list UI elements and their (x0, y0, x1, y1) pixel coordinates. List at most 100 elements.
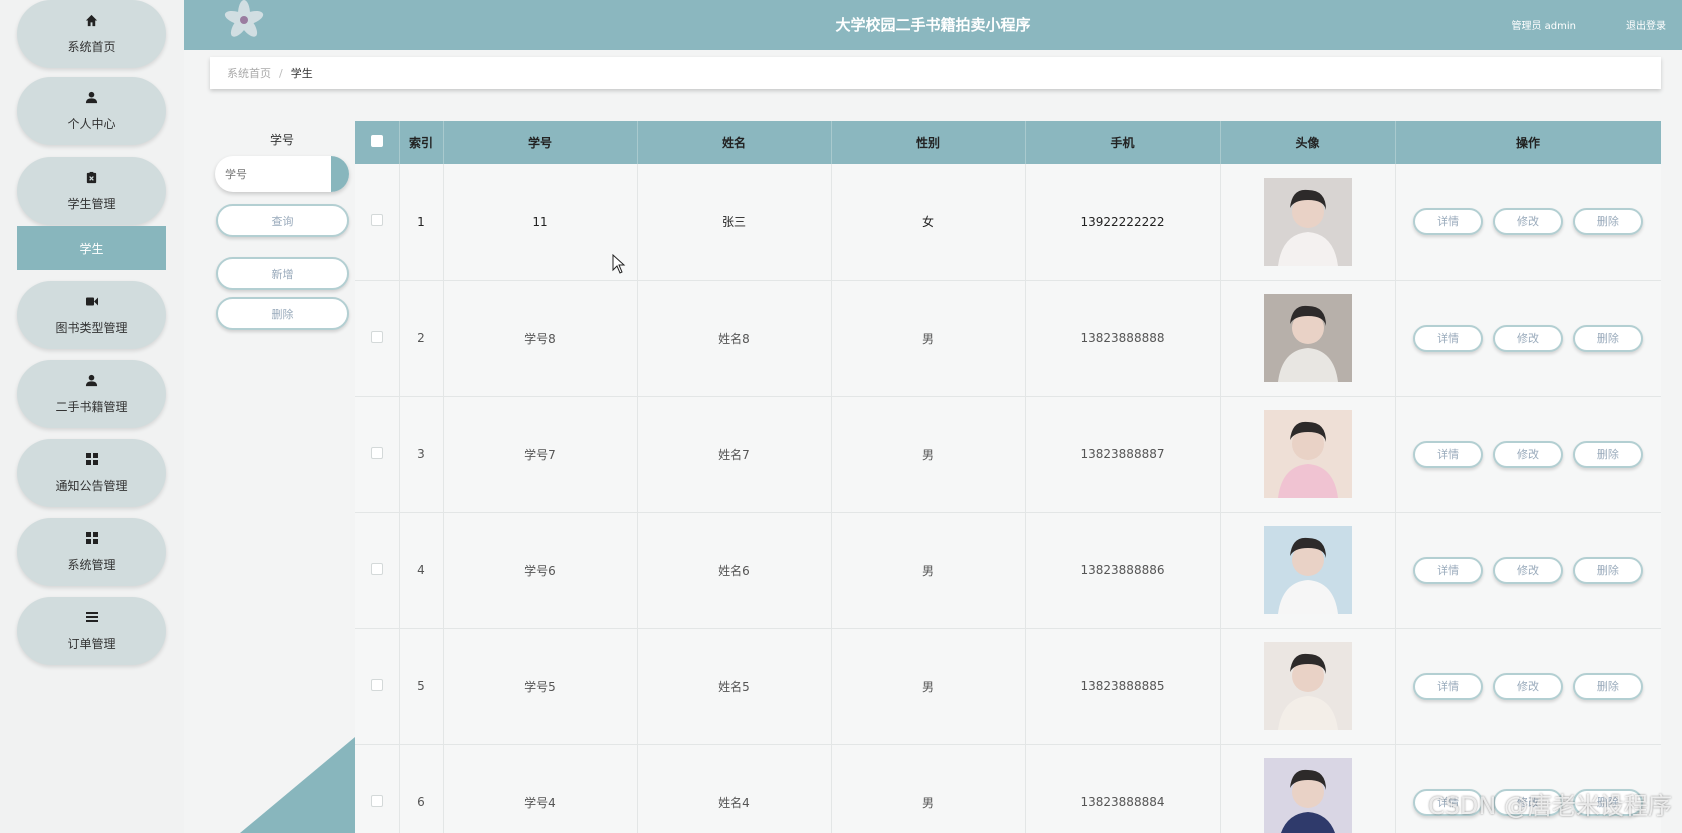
avatar-image[interactable] (1263, 526, 1352, 614)
breadcrumb-separator: / (279, 66, 283, 80)
sidebar-item-book-types[interactable]: 图书类型管理 (17, 281, 166, 349)
current-user: 管理员 admin (1511, 21, 1576, 32)
sidebar-item-label: 个人中心 (67, 116, 116, 131)
column-header: 索引 (399, 121, 444, 164)
sidebar-item-system[interactable]: 系统管理 (17, 518, 166, 586)
row-checkbox[interactable] (370, 678, 383, 691)
delete-button[interactable]: 删除 (1572, 556, 1643, 584)
edit-button[interactable]: 修改 (1493, 556, 1563, 584)
sidebar-item-home[interactable]: 系统首页 (17, 0, 166, 68)
sidebar-item-label: 图书类型管理 (55, 320, 128, 335)
breadcrumb: 系统首页 / 学生 (210, 57, 1661, 89)
sidebar-item-label: 系统首页 (67, 39, 116, 54)
detail-button[interactable]: 详情 (1413, 208, 1484, 236)
detail-button[interactable]: 详情 (1413, 556, 1484, 584)
mouse-cursor-icon (612, 254, 626, 274)
gender-cell: 女 (831, 164, 1026, 281)
actions-cell: 详情 修改 删除 (1395, 280, 1661, 397)
sidebar-item-notices[interactable]: 通知公告管理 (17, 439, 166, 507)
corner-decoration (240, 737, 355, 833)
batch-delete-button[interactable]: 删除 (216, 297, 349, 330)
row-checkbox[interactable] (370, 214, 383, 227)
student-id-search-input[interactable] (215, 156, 325, 192)
avatar-image[interactable] (1263, 294, 1352, 382)
student-id-cell: 学号8 (443, 280, 638, 397)
breadcrumb-home-link[interactable]: 系统首页 (227, 65, 271, 81)
row-checkbox[interactable] (370, 446, 383, 459)
avatar-cell (1220, 280, 1396, 397)
gender-cell: 男 (831, 396, 1026, 513)
logout-link[interactable]: 退出登录 (1626, 17, 1666, 32)
actions-cell: 详情 修改 删除 (1395, 164, 1661, 281)
sidebar-item-students[interactable]: 学生管理 (17, 157, 166, 225)
delete-button[interactable]: 删除 (1572, 208, 1643, 236)
actions-cell: 详情 修改 删除 (1395, 512, 1661, 629)
avatar-cell (1220, 744, 1396, 833)
detail-button[interactable]: 详情 (1413, 324, 1484, 352)
list-icon (85, 611, 98, 629)
edit-button[interactable]: 修改 (1493, 672, 1563, 700)
avatar-cell (1220, 164, 1396, 281)
index-cell: 6 (399, 744, 444, 833)
name-cell: 姓名8 (637, 280, 832, 397)
index-cell: 4 (399, 512, 444, 629)
add-button[interactable]: 新增 (216, 257, 349, 290)
avatar-image[interactable] (1263, 177, 1352, 266)
table-header-row: 索引 学号 姓名 性别 手机 头像 操作 (355, 121, 1661, 164)
top-header: 大学校园二手书籍拍卖小程序 管理员 admin 退出登录 (184, 0, 1682, 50)
query-button[interactable]: 查询 (216, 204, 349, 237)
sidebar-item-used-books[interactable]: 二手书籍管理 (17, 360, 166, 428)
detail-button[interactable]: 详情 (1413, 672, 1484, 700)
row-checkbox[interactable] (370, 330, 383, 343)
user-icon (85, 91, 98, 109)
grid-icon (85, 531, 98, 550)
phone-cell: 13922222222 (1025, 164, 1221, 281)
sidebar-item-label: 订单管理 (67, 636, 116, 651)
delete-button[interactable]: 删除 (1572, 324, 1643, 352)
delete-button[interactable]: 删除 (1572, 440, 1643, 468)
edit-button[interactable]: 修改 (1493, 440, 1563, 468)
phone-cell: 13823888886 (1025, 512, 1221, 629)
sidebar-subitem-students[interactable]: 学生 (17, 226, 166, 270)
edit-button[interactable]: 修改 (1493, 208, 1563, 236)
column-header: 姓名 (637, 121, 832, 164)
avatar-image[interactable] (1263, 410, 1352, 498)
select-all-header (355, 121, 400, 164)
detail-button[interactable]: 详情 (1413, 440, 1484, 468)
table-row: 1 11 张三 女 13922222222 详情 修改 删除 (355, 164, 1661, 281)
search-label: 学号 (269, 133, 294, 147)
app-title: 大学校园二手书籍拍卖小程序 (835, 16, 1031, 34)
search-box (215, 156, 349, 192)
avatar-image[interactable] (1263, 758, 1352, 833)
search-box-cap (331, 156, 349, 192)
sidebar-item-orders[interactable]: 订单管理 (17, 597, 166, 665)
actions-cell: 详情 修改 删除 (1395, 628, 1661, 745)
index-cell: 2 (399, 280, 444, 397)
sidebar-item-label: 学生管理 (67, 196, 116, 211)
name-cell: 姓名6 (637, 512, 832, 629)
delete-button[interactable]: 删除 (1572, 672, 1643, 700)
gender-cell: 男 (831, 280, 1026, 397)
sidebar-item-profile[interactable]: 个人中心 (17, 77, 166, 145)
student-id-cell: 学号7 (443, 396, 638, 513)
breadcrumb-current: 学生 (290, 67, 313, 80)
grid-icon (85, 452, 98, 471)
column-header: 手机 (1025, 121, 1221, 164)
phone-cell: 13823888885 (1025, 628, 1221, 745)
gender-cell: 男 (831, 512, 1026, 629)
select-all-checkbox[interactable] (370, 135, 383, 147)
table-row: 5 学号5 姓名5 男 13823888885 详情 修改 删除 (355, 628, 1661, 745)
index-cell: 5 (399, 628, 444, 745)
row-checkbox[interactable] (370, 794, 383, 807)
row-select-cell (355, 396, 400, 513)
edit-button[interactable]: 修改 (1493, 324, 1563, 352)
name-cell: 姓名4 (637, 744, 832, 833)
row-checkbox[interactable] (370, 562, 383, 575)
table-row: 3 学号7 姓名7 男 13823888887 详情 修改 删除 (355, 396, 1661, 513)
watermark: CSDN @唐老米设程序 (1427, 792, 1672, 820)
name-cell: 姓名5 (637, 628, 832, 745)
row-select-cell (355, 628, 400, 745)
row-select-cell (355, 164, 400, 281)
avatar-cell (1220, 628, 1396, 745)
avatar-image[interactable] (1263, 642, 1352, 730)
